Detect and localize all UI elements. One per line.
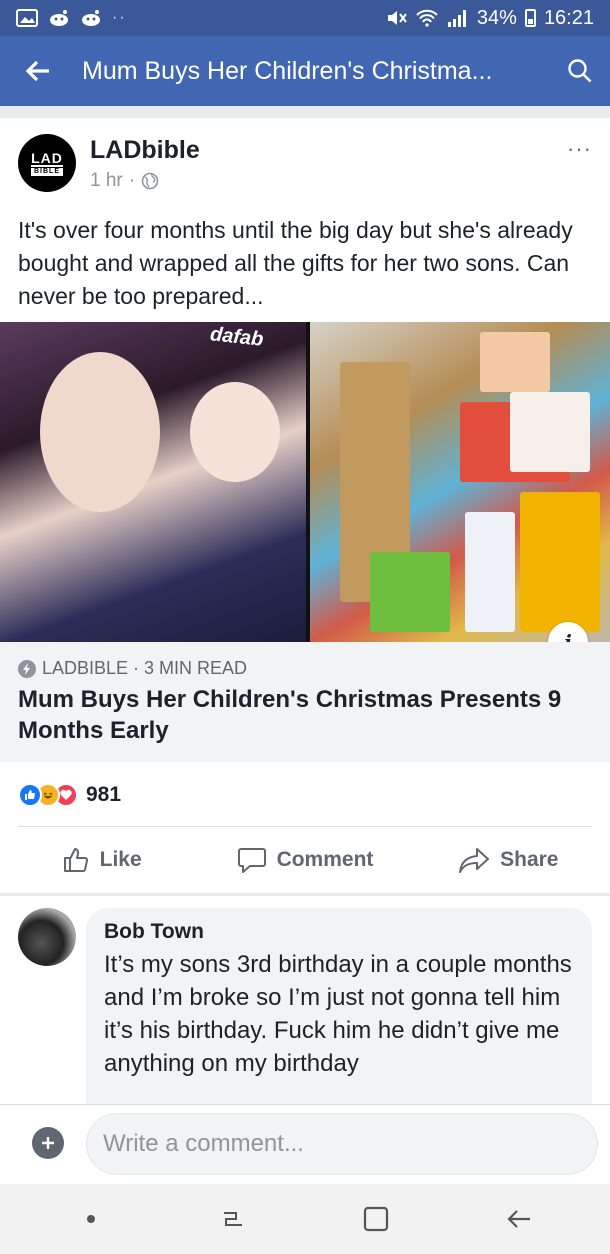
globe-icon [141, 172, 159, 190]
reddit-icon [50, 10, 68, 26]
post-actions: Like Comment Share [0, 836, 610, 884]
comment-bubble-icon [237, 848, 266, 873]
comment-bubble[interactable]: Bob Town It’s my sons 3rd birthday in a … [86, 908, 592, 1104]
add-attachment-button[interactable] [32, 1127, 64, 1159]
presents-photo [310, 322, 610, 642]
link-source: LADBIBLE · 3 MIN READ [18, 658, 247, 679]
wifi-icon [416, 9, 438, 27]
like-label: Like [99, 848, 142, 871]
toy-box [480, 332, 550, 392]
comments-section: Bob Town It’s my sons 3rd birthday in a … [0, 896, 610, 1104]
toy-box [510, 392, 590, 472]
comment-text: It’s my sons 3rd birthday in a couple mo… [104, 951, 572, 1077]
commenter-avatar[interactable] [18, 908, 76, 966]
recent-apps-icon [223, 1212, 242, 1226]
clock: 16:21 [543, 6, 594, 29]
post-header: LAD BIBLE LADbible 1 hr · ··· [18, 134, 598, 194]
comment-input[interactable] [86, 1113, 598, 1175]
toy-box [520, 492, 600, 632]
home-square-icon [364, 1206, 389, 1232]
notification-icons: ·· [16, 9, 127, 27]
comment-author[interactable]: Bob Town [104, 918, 574, 946]
search-button[interactable] [550, 36, 610, 106]
nav-dot-button[interactable] [61, 1189, 121, 1249]
reaction-count: 981 [86, 783, 122, 806]
link-caption[interactable]: LADBIBLE · 3 MIN READ Mum Buys Her Child… [0, 642, 610, 762]
comment-label: Comment [276, 848, 374, 871]
post-meta: 1 hr · [90, 170, 159, 192]
link-source-text: LADBIBLE · 3 MIN READ [42, 658, 248, 678]
share-label: Share [500, 848, 559, 871]
system-status: 34% 16:21 [385, 7, 594, 30]
avatar-logo-subtext: BIBLE [31, 167, 63, 176]
back-arrow-icon [25, 60, 49, 82]
meta-separator: · [128, 170, 136, 191]
link-title[interactable]: Mum Buys Her Children's Christmas Presen… [18, 684, 593, 746]
share-button[interactable]: Share [407, 836, 610, 884]
more-options-button[interactable]: ··· [567, 136, 592, 162]
back-arrow-icon [507, 1210, 530, 1228]
mute-icon [387, 11, 407, 25]
plus-icon [42, 1137, 54, 1149]
reactions-summary[interactable]: 981 [18, 782, 121, 808]
like-button[interactable]: Like [0, 836, 203, 884]
share-arrow-icon [459, 848, 490, 873]
toy-box [370, 552, 450, 632]
page-name-link[interactable]: LADbible [90, 136, 200, 165]
more-notifications-dots: ·· [112, 9, 127, 26]
shirt-logo-text: dafab [209, 323, 265, 351]
baby-face [190, 382, 280, 482]
mother-face [40, 352, 160, 512]
avatar-logo-text: LAD [31, 149, 63, 167]
divider [18, 826, 592, 827]
page-avatar[interactable]: LAD BIBLE [18, 134, 76, 192]
home-button[interactable] [346, 1189, 406, 1249]
back-button[interactable] [8, 36, 68, 106]
app-bar: Mum Buys Her Children's Christma... [0, 36, 610, 106]
instant-article-bolt-icon [18, 659, 36, 678]
post-card: LAD BIBLE LADbible 1 hr · ··· It's over … [0, 118, 610, 893]
status-bar: ·· 34% 16:21 [0, 0, 610, 36]
android-nav-bar [0, 1184, 610, 1254]
battery-icon [524, 9, 536, 27]
dot-icon [87, 1215, 96, 1223]
thumbs-up-icon [63, 848, 88, 872]
recent-apps-button[interactable] [204, 1189, 264, 1249]
link-preview-image[interactable]: dafab [0, 322, 610, 642]
search-icon [568, 59, 592, 83]
like-reaction-icon [18, 783, 42, 807]
page-title: Mum Buys Her Children's Christma... [82, 56, 493, 85]
mother-and-baby-photo: dafab [0, 322, 306, 642]
android-back-button[interactable] [489, 1189, 549, 1249]
comment-button[interactable]: Comment [203, 836, 406, 884]
toy-box [465, 512, 515, 632]
post-time[interactable]: 1 hr [90, 170, 123, 192]
gallery-icon [16, 9, 38, 27]
comment-composer [0, 1104, 610, 1184]
post-text: It's over four months until the big day … [18, 217, 573, 309]
battery-percent: 34% [476, 6, 517, 29]
reddit-icon [82, 10, 100, 26]
signal-icon [447, 10, 466, 27]
